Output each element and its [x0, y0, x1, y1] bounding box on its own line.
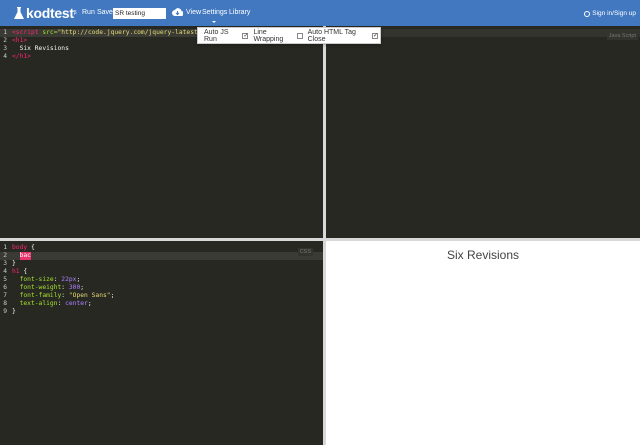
js-editor[interactable]: Java Script: [326, 26, 640, 238]
code-line: 5 font-size: 22px;: [3, 276, 81, 283]
settings-dropdown: Auto JS Run ✓ Line Wrapping Auto HTML Tag…: [197, 27, 381, 44]
code-line: 2 bac: [0, 252, 323, 260]
code-line: 7 font-family: "Open Sans";: [3, 292, 115, 299]
top-bar: kodtestβ Run Save View Settings Library …: [0, 0, 640, 26]
caret-down-icon: [212, 21, 216, 23]
html-editor[interactable]: 1 <script src= "http://code.jquery.com/jqu…: [0, 26, 323, 238]
css-label: CSS: [297, 248, 313, 256]
flask-icon: [14, 6, 24, 19]
js-label: Java Script: [606, 32, 638, 40]
auto-html-tag-close-checkbox[interactable]: ✓: [372, 32, 378, 39]
sign-in-button[interactable]: Sign in/Sign up: [584, 10, 636, 17]
logo-text: kodtest: [26, 5, 74, 21]
auto-js-run-checkbox[interactable]: ✓: [242, 32, 248, 39]
user-icon: [584, 10, 591, 17]
cloud-download-icon[interactable]: [172, 8, 183, 16]
settings-menu[interactable]: Settings: [202, 9, 227, 16]
sign-in-label: Sign in/Sign up: [592, 10, 636, 17]
project-name-input[interactable]: [113, 8, 166, 19]
code-line: 3 Six Revisions: [3, 45, 69, 52]
code-line: 8 text-align: center;: [3, 300, 92, 307]
code-line: 3}: [3, 260, 16, 267]
beta-mark: β: [73, 10, 77, 16]
library-menu[interactable]: Library: [229, 9, 250, 16]
autocomplete-highlight: bac: [19, 252, 31, 260]
auto-html-tag-close-label: Auto HTML Tag Close: [307, 28, 356, 43]
code-line: 9}: [3, 308, 16, 315]
line-wrapping-label: Line Wrapping: [253, 28, 284, 43]
preview-pane: Six Revisions: [326, 241, 640, 445]
code-line: 1 body {: [3, 244, 35, 251]
code-line: 4 </h1>: [3, 53, 31, 60]
css-editor[interactable]: 1 body { 2 bac 3} 4 h1 { 5 font-size: 22px…: [0, 241, 323, 445]
line-wrapping-checkbox[interactable]: [297, 32, 303, 39]
run-button[interactable]: Run: [82, 9, 95, 16]
view-menu[interactable]: View: [186, 9, 201, 16]
save-button[interactable]: Save: [97, 9, 113, 16]
auto-js-run-label: Auto JS Run: [204, 28, 229, 43]
logo[interactable]: kodtest β: [14, 5, 77, 21]
code-line: 4 h1 {: [3, 268, 28, 275]
code-line: 6 font-weight: 300;: [3, 284, 85, 291]
preview-heading: Six Revisions: [446, 248, 520, 262]
